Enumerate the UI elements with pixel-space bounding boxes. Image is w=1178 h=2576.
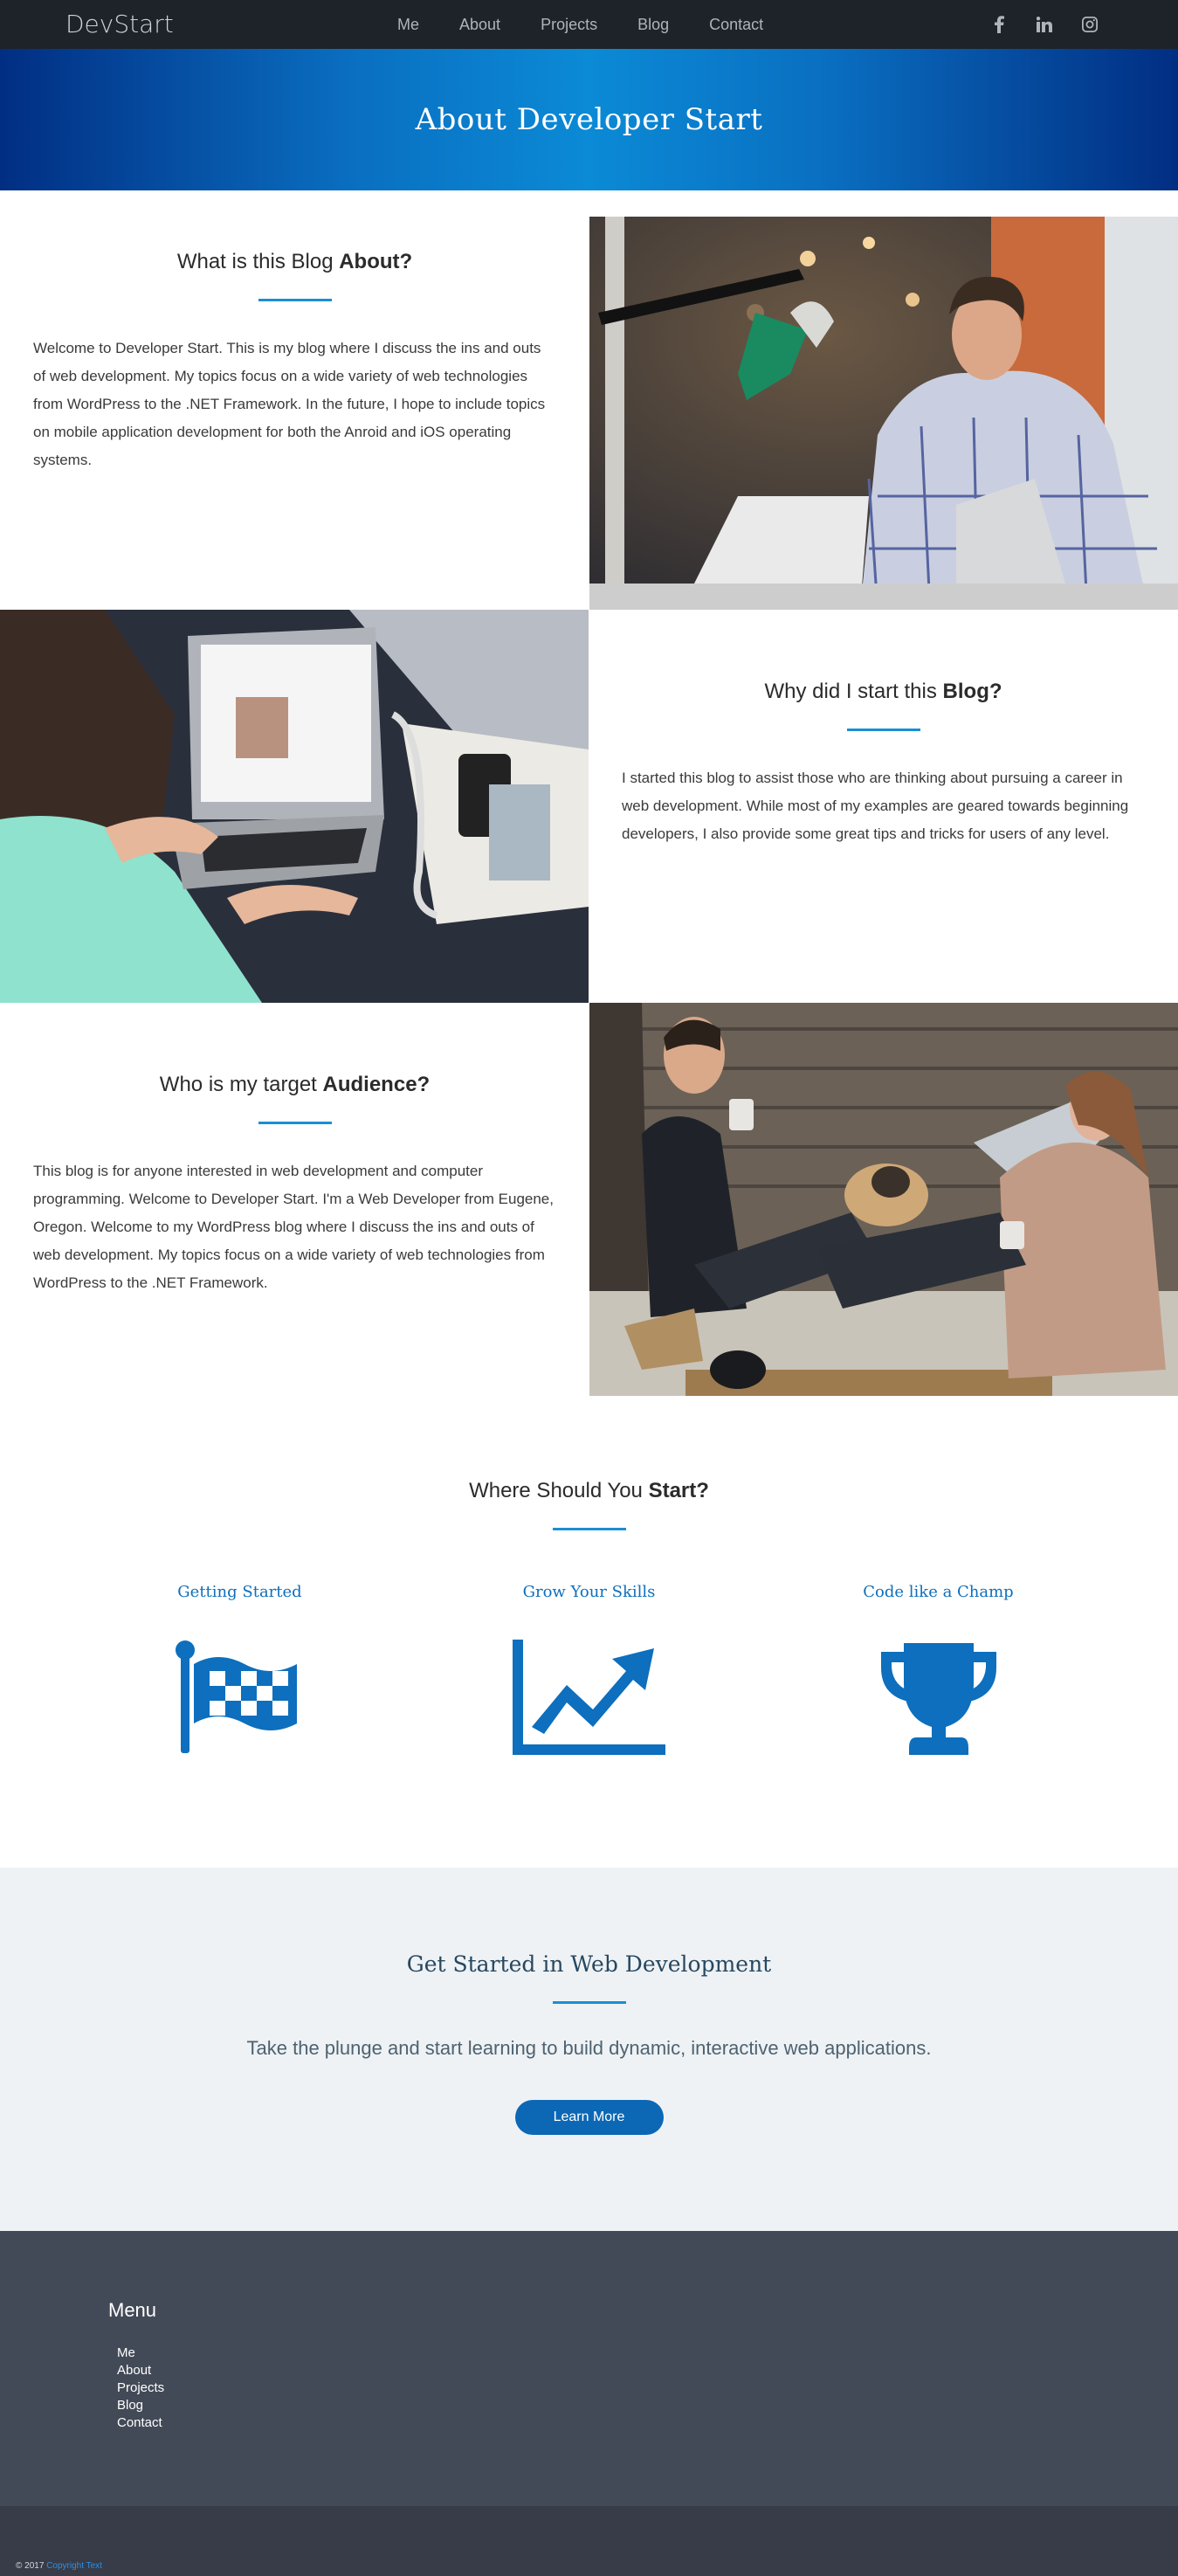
man-at-laptop-photo: [589, 217, 1178, 610]
learn-more-button[interactable]: Learn More: [514, 2100, 664, 2135]
social-links: [989, 0, 1099, 49]
cta-section: Get Started in Web Development Take the …: [0, 1868, 1178, 2231]
nav-link-blog[interactable]: Blog: [637, 16, 669, 34]
chart-up-icon: [513, 1640, 665, 1758]
nav-links: Me About Projects Blog Contact: [397, 0, 803, 49]
start-cards: Getting Started Grow Your Skills Code li…: [0, 1583, 1178, 1759]
card-title[interactable]: Grow Your Skills: [415, 1583, 764, 1601]
footer-link-blog[interactable]: Blog: [117, 2397, 1178, 2414]
section-body: This blog is for anyone interested in we…: [33, 1163, 554, 1291]
heading-divider: [258, 1122, 332, 1124]
section-heading: What is this Blog About?: [176, 250, 413, 273]
footer-menu-title: Menu: [108, 2299, 157, 2321]
woman-typing-laptop-photo: [0, 610, 589, 1003]
cta-text: Take the plunge and start learning to bu…: [246, 2037, 932, 2059]
copyright-link[interactable]: Copyright Text: [46, 2561, 102, 2571]
footer-menu: Me About Projects Blog Contact: [108, 2345, 1178, 2432]
audience-text: Who is my target Audience? This blog is …: [0, 1003, 589, 1396]
cta-heading: Get Started in Web Development: [406, 1951, 772, 1977]
facebook-icon[interactable]: [989, 15, 1009, 34]
heading-divider: [552, 1528, 626, 1530]
why-section: Why did I start this Blog? I started thi…: [0, 610, 1178, 1003]
brand-logo[interactable]: DevStart: [65, 0, 174, 49]
about-section: What is this Blog About? Welcome to Deve…: [0, 217, 1178, 610]
card-title[interactable]: Code like a Champ: [764, 1583, 1113, 1601]
page-title: About Developer Start: [415, 102, 763, 137]
footer-link-projects[interactable]: Projects: [117, 2379, 1178, 2397]
footer-link-about[interactable]: About: [117, 2362, 1178, 2379]
footer-bottom-bar: © 2017 Copyright Text: [0, 2506, 1178, 2576]
start-section: Where Should You Start? Getting Started: [0, 1396, 1178, 1868]
heading-divider: [258, 299, 332, 301]
footer-link-me[interactable]: Me: [117, 2345, 1178, 2362]
heading-divider: [552, 2001, 626, 2004]
top-navbar: DevStart Me About Projects Blog Contact: [0, 0, 1178, 49]
nav-link-about[interactable]: About: [459, 16, 500, 34]
section-heading: Who is my target Audience?: [159, 1073, 431, 1096]
section-body: Welcome to Developer Start. This is my b…: [33, 340, 546, 468]
audience-section: Who is my target Audience? This blog is …: [0, 1003, 1178, 1396]
section-heading: Why did I start this Blog?: [764, 680, 1002, 703]
flag-icon: [175, 1640, 306, 1757]
heading-divider: [846, 729, 920, 731]
trophy-icon: [878, 1643, 1000, 1758]
footer: Menu Me About Projects Blog Contact: [0, 2231, 1178, 2506]
card-code-like-champ[interactable]: Code like a Champ: [764, 1583, 1113, 1759]
about-text: What is this Blog About? Welcome to Deve…: [0, 217, 589, 610]
hero-banner: About Developer Start: [0, 49, 1178, 190]
nav-link-me[interactable]: Me: [397, 16, 419, 34]
nav-link-projects[interactable]: Projects: [541, 16, 597, 34]
couple-on-couch-photo: [589, 1003, 1178, 1396]
footer-link-contact[interactable]: Contact: [117, 2414, 1178, 2432]
linkedin-icon[interactable]: [1035, 15, 1054, 34]
section-heading: Where Should You Start?: [469, 1479, 709, 1502]
card-grow-skills[interactable]: Grow Your Skills: [415, 1583, 764, 1759]
copyright: © 2017 Copyright Text: [16, 2561, 102, 2571]
nav-link-contact[interactable]: Contact: [709, 16, 763, 34]
card-title[interactable]: Getting Started: [65, 1583, 415, 1601]
why-text: Why did I start this Blog? I started thi…: [589, 610, 1178, 1003]
card-getting-started[interactable]: Getting Started: [65, 1583, 415, 1759]
section-body: I started this blog to assist those who …: [622, 770, 1129, 842]
instagram-icon[interactable]: [1080, 15, 1099, 34]
